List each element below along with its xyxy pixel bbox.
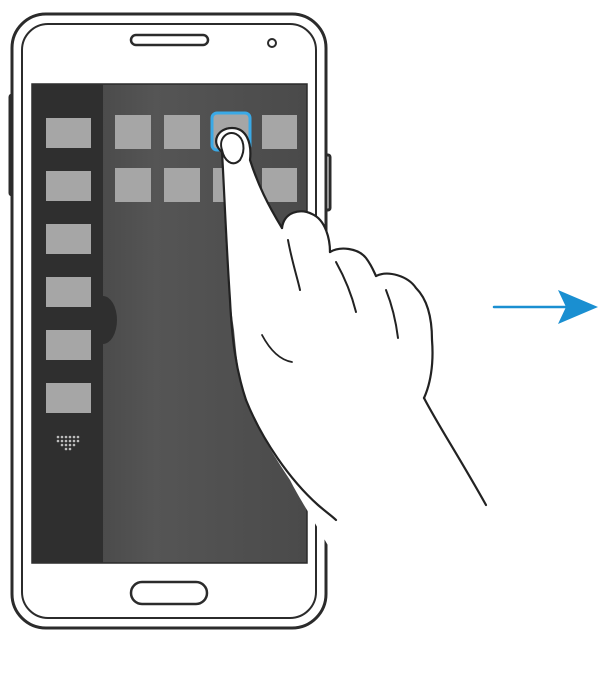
app-tile[interactable] (262, 168, 297, 202)
arrow-right-icon (492, 290, 598, 324)
front-camera-icon (267, 38, 277, 48)
tray-app-slot[interactable] (46, 118, 91, 148)
app-tile[interactable] (164, 168, 200, 202)
tray-app-slot[interactable] (46, 383, 91, 413)
tutorial-illustration (8, 12, 598, 695)
app-tile[interactable] (115, 115, 151, 149)
app-tile[interactable] (262, 115, 297, 149)
home-button[interactable] (129, 580, 209, 606)
tray-app-slot[interactable] (46, 171, 91, 201)
fingernail (220, 132, 245, 165)
tray-app-slot[interactable] (46, 330, 91, 360)
multi-window-tray (32, 84, 103, 563)
tray-app-slot[interactable] (46, 224, 91, 254)
tray-app-slot[interactable] (46, 277, 91, 307)
app-tile[interactable] (164, 115, 200, 149)
app-tile[interactable] (115, 168, 151, 202)
earpiece-speaker (129, 33, 210, 47)
